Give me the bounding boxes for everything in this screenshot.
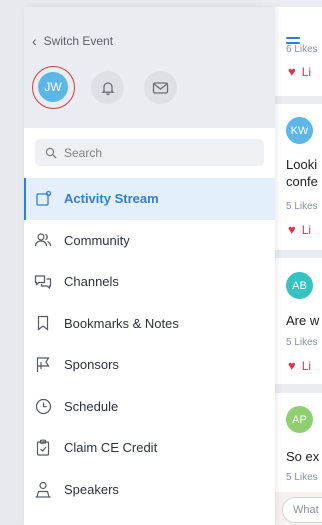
- menu-item-label: Speakers: [64, 481, 119, 497]
- search-placeholder: Search: [64, 145, 103, 160]
- post-text: confe: [286, 174, 318, 189]
- avatar: KW: [286, 117, 313, 144]
- clock-icon: [34, 397, 52, 415]
- switch-event-button[interactable]: ‹ Switch Event: [32, 34, 113, 48]
- heart-icon: ♥: [288, 222, 296, 237]
- clipboard-check-icon: [34, 439, 52, 457]
- menu-item-claim-ce-credit[interactable]: Claim CE Credit: [24, 427, 275, 469]
- flag-icon: [34, 356, 52, 374]
- like-button[interactable]: ♥ Li: [288, 222, 311, 237]
- heart-icon: ♥: [288, 358, 296, 373]
- post-likes-count: 5 Likes: [286, 472, 318, 483]
- menu-item-label: Claim CE Credit: [64, 440, 158, 456]
- avatar: JW: [38, 72, 68, 102]
- like-button[interactable]: ♥ Li: [288, 358, 311, 373]
- menu-item-label: Sponsors: [64, 357, 119, 373]
- post-text: Are w: [286, 313, 320, 328]
- avatar: AP: [286, 406, 313, 433]
- menu-item-speakers[interactable]: Speakers: [24, 469, 275, 511]
- menu-item-label: Channels: [64, 274, 119, 290]
- search-input[interactable]: Search: [35, 139, 264, 166]
- feed-post: AP So ex 5 Likes: [275, 393, 322, 493]
- notifications-button[interactable]: [91, 71, 124, 104]
- bell-icon: [101, 81, 114, 95]
- speaker-icon: [34, 480, 52, 498]
- channels-icon: [34, 273, 52, 291]
- post-text: So ex: [286, 449, 320, 464]
- community-icon: [34, 231, 52, 249]
- post-text: Looki: [286, 157, 318, 172]
- search-icon: [45, 147, 57, 158]
- compose-input[interactable]: What: [282, 497, 322, 523]
- menu-item-label: Bookmarks & Notes: [64, 315, 179, 331]
- post-likes-count: 5 Likes: [286, 201, 318, 212]
- heart-icon: ♥: [288, 64, 296, 79]
- chevron-left-icon: ‹: [32, 33, 37, 49]
- profile-avatar-button[interactable]: JW: [32, 66, 75, 109]
- menu-item-label: Community: [64, 232, 130, 248]
- nav-drawer: ‹ Switch Event JW Search Activity Stream…: [24, 7, 275, 525]
- bookmark-icon: [34, 314, 52, 332]
- switch-event-label: Switch Event: [43, 34, 114, 48]
- menu-item-sponsors[interactable]: Sponsors: [24, 344, 275, 386]
- post-likes-count: 5 Likes: [286, 337, 318, 348]
- compose-bar: What: [275, 492, 322, 525]
- drawer-header: ‹ Switch Event JW: [24, 7, 275, 128]
- menu-item-label: Schedule: [64, 398, 119, 414]
- feed-post: 6 Likes ♥ Li: [275, 44, 322, 96]
- feed-post: KW Looki confe 5 Likes ♥ Li: [275, 104, 322, 250]
- messages-button[interactable]: [144, 71, 177, 104]
- menu-item-channels[interactable]: Channels: [24, 261, 275, 303]
- menu-item-activity-stream[interactable]: Activity Stream: [24, 178, 275, 220]
- feed-post: AB Are w 5 Likes ♥ Li: [275, 258, 322, 384]
- nav-menu: Activity Stream Community Channels Bookm…: [24, 178, 275, 510]
- mail-icon: [152, 81, 169, 94]
- menu-item-bookmarks-notes[interactable]: Bookmarks & Notes: [24, 303, 275, 345]
- avatar: AB: [286, 272, 313, 299]
- menu-item-label: Activity Stream: [64, 191, 159, 207]
- post-likes-count: 6 Likes: [286, 44, 318, 55]
- menu-item-schedule[interactable]: Schedule: [24, 386, 275, 428]
- activity-stream-icon: [34, 190, 52, 208]
- like-button[interactable]: ♥ Li: [288, 64, 311, 79]
- menu-item-community[interactable]: Community: [24, 220, 275, 262]
